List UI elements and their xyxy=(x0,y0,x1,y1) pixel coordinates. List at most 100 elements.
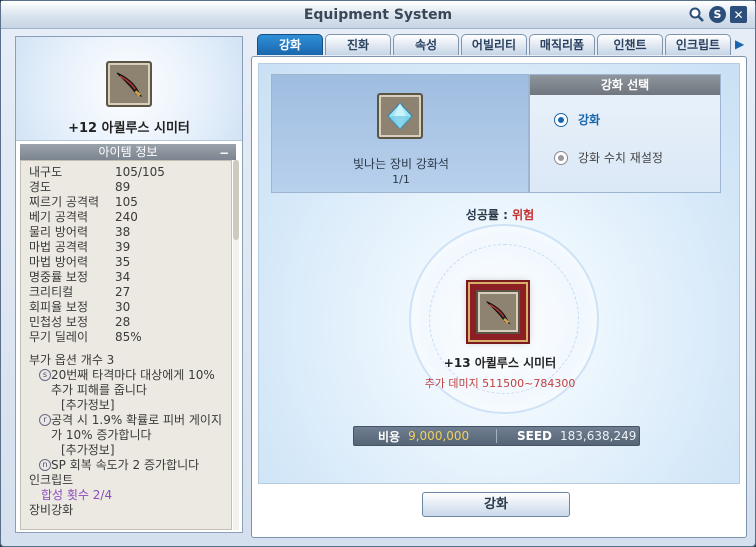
option-text: 공격 시 1.9% 확률로 피버 게이지가 10% 증가합니다 xyxy=(51,413,222,442)
radio-off-icon[interactable] xyxy=(554,150,568,165)
stat-value: 105 xyxy=(115,195,138,209)
item-info-panel: +12 아퀼루스 시미터 아이템 정보 − 내구도 105/105 경도 89 찌르기 … xyxy=(15,36,243,533)
stat-label: 회피율 보정 xyxy=(29,300,89,314)
stat-row: 내구도 105/105 xyxy=(29,165,223,180)
stat-label: 크리티컬 xyxy=(29,285,74,299)
scimitar-icon xyxy=(116,72,143,98)
stat-value: 35 xyxy=(115,255,131,269)
stone-slot[interactable] xyxy=(377,93,423,139)
stat-value: 89 xyxy=(115,180,131,194)
stat-list: 내구도 105/105 경도 89 찌르기 공격력 105 베기 공격력 240 물리 방어력 3… xyxy=(29,165,223,345)
stat-label: 마법 공격력 xyxy=(29,240,89,254)
option-badge-icon: s xyxy=(39,369,51,381)
option-extra-link[interactable]: [추가정보] xyxy=(29,443,223,458)
tab-3[interactable]: 어빌리티 xyxy=(461,34,527,55)
stat-label: 마법 방어력 xyxy=(29,255,89,269)
tab-bar: 강화 진화 속성 어빌리티 매직리폼 인챈트 인크립트 xyxy=(257,34,731,55)
stat-row: 명중률 보정 34 xyxy=(29,270,223,285)
stone-name: 빛나는 장비 강화석 xyxy=(353,157,449,171)
radio-reset-label[interactable]: 강화 수치 재설정 xyxy=(578,149,663,166)
title-icons: S ✕ xyxy=(688,6,747,23)
stat-row: 크리티컬 27 xyxy=(29,285,223,300)
stat-label: 물리 방어력 xyxy=(29,225,89,239)
stone-count: 1/1 xyxy=(392,173,410,186)
stat-label: 민첩성 보정 xyxy=(29,315,89,329)
success-label: 성공률 : xyxy=(465,208,508,222)
options-title: 부가 옵션 개수 3 xyxy=(29,353,115,367)
item-slot[interactable] xyxy=(106,61,152,107)
stat-value: 28 xyxy=(115,315,131,329)
tab-4[interactable]: 매직리폼 xyxy=(529,34,595,55)
radio-enhance-label[interactable]: 강화 xyxy=(578,111,600,128)
encrypt-value: 합성 횟수 2/4 xyxy=(41,488,113,502)
collapse-icon[interactable]: − xyxy=(218,145,230,160)
tab-next-icon[interactable]: ▶ xyxy=(735,37,747,53)
scimitar-icon xyxy=(486,301,511,325)
tab-0[interactable]: 강화 xyxy=(257,34,323,55)
option-text: SP 회복 속도가 2 증가합니다 xyxy=(51,458,200,472)
stat-row: 베기 공격력 240 xyxy=(29,210,223,225)
seed-value: 183,638,249 xyxy=(560,429,637,443)
scrollbar-thumb[interactable] xyxy=(233,160,239,240)
option-item: s 20번째 타격마다 대상에게 10% 추가 피해를 줍니다 xyxy=(29,368,223,398)
equipment-window: Equipment System S ✕ +12 아퀼루스 시미터 아이템 정보… xyxy=(0,0,756,547)
success-value: 위험 xyxy=(512,208,535,222)
stat-row: 물리 방어력 38 xyxy=(29,225,223,240)
stat-row: 회피율 보정 30 xyxy=(29,300,223,315)
tab-1[interactable]: 진화 xyxy=(325,34,391,55)
success-rate: 성공률 : 위험 xyxy=(259,206,741,223)
stat-row: 마법 방어력 35 xyxy=(29,255,223,270)
stat-row: 경도 89 xyxy=(29,180,223,195)
tab-2[interactable]: 속성 xyxy=(393,34,459,55)
enhance-area: 빛나는 장비 강화석 1/1 강화 선택 강화 강화 수치 재설정 성공률 : … xyxy=(258,63,740,484)
cost-segment: 비용 9,000,000 xyxy=(354,428,496,445)
target-item-slot[interactable] xyxy=(468,282,528,342)
option-badge-icon: r xyxy=(39,414,51,426)
option-item: r 공격 시 1.9% 확률로 피버 게이지가 10% 증가합니다 xyxy=(29,413,223,443)
currency-icon[interactable]: S xyxy=(709,6,726,23)
cost-label: 비용 xyxy=(378,429,401,444)
stat-value: 38 xyxy=(115,225,131,239)
search-icon[interactable] xyxy=(688,6,705,23)
stat-label: 찌르기 공격력 xyxy=(29,195,100,209)
stat-row: 마법 공격력 39 xyxy=(29,240,223,255)
cost-bar: 비용 9,000,000 SEED 183,638,249 xyxy=(353,426,640,446)
gem-icon xyxy=(387,102,413,130)
item-info-body: 내구도 105/105 경도 89 찌르기 공격력 105 베기 공격력 240 물리 방어력 3… xyxy=(20,160,232,530)
stat-value: 30 xyxy=(115,300,131,314)
close-icon[interactable]: ✕ xyxy=(730,6,747,23)
stat-row: 민첩성 보정 28 xyxy=(29,315,223,330)
option-badge-icon: n xyxy=(39,459,51,471)
option-extra-link[interactable]: [추가정보] xyxy=(29,398,223,413)
radio-on-icon[interactable] xyxy=(554,112,568,127)
option-item: n SP 회복 속도가 2 증가합니다 xyxy=(29,458,223,473)
item-preview: +12 아퀼루스 시미터 xyxy=(16,37,242,141)
stat-value: 85% xyxy=(115,330,142,344)
option-list: s 20번째 타격마다 대상에게 10% 추가 피해를 줍니다 [추가정보] r 공격 … xyxy=(29,368,223,473)
encrypt-title: 인크립트 xyxy=(29,473,74,487)
enhance-button[interactable]: 강화 xyxy=(422,492,570,517)
target-item-bonus: 추가 데미지 511500~784300 xyxy=(424,377,576,390)
stat-value: 105/105 xyxy=(115,165,165,179)
enhance-select-box: 강화 선택 강화 강화 수치 재설정 xyxy=(529,74,721,193)
tab-5[interactable]: 인챈트 xyxy=(597,34,663,55)
material-box: 빛나는 장비 강화석 1/1 xyxy=(271,74,529,193)
target-item-frame xyxy=(476,290,520,334)
stat-value: 240 xyxy=(115,210,138,224)
enhance-panel: 빛나는 장비 강화석 1/1 강화 선택 강화 강화 수치 재설정 성공률 : … xyxy=(251,56,747,538)
cost-value: 9,000,000 xyxy=(408,429,470,443)
info-scrollbar[interactable] xyxy=(233,160,239,530)
stat-row: 무기 딜레이 85% xyxy=(29,330,223,345)
item-info-title: 아이템 정보 xyxy=(98,145,158,159)
stat-value: 27 xyxy=(115,285,131,299)
stat-value: 34 xyxy=(115,270,131,284)
select-header: 강화 선택 xyxy=(530,75,720,95)
stat-row: 찌르기 공격력 105 xyxy=(29,195,223,210)
stat-label: 내구도 xyxy=(29,165,63,179)
option-text: 20번째 타격마다 대상에게 10% 추가 피해를 줍니다 xyxy=(51,368,215,397)
radio-reset[interactable]: 강화 수치 재설정 xyxy=(554,149,663,166)
tab-6[interactable]: 인크립트 xyxy=(665,34,731,55)
stat-label: 무기 딜레이 xyxy=(29,330,89,344)
item-name: +12 아퀼루스 시미터 xyxy=(68,121,190,136)
radio-enhance[interactable]: 강화 xyxy=(554,111,600,128)
